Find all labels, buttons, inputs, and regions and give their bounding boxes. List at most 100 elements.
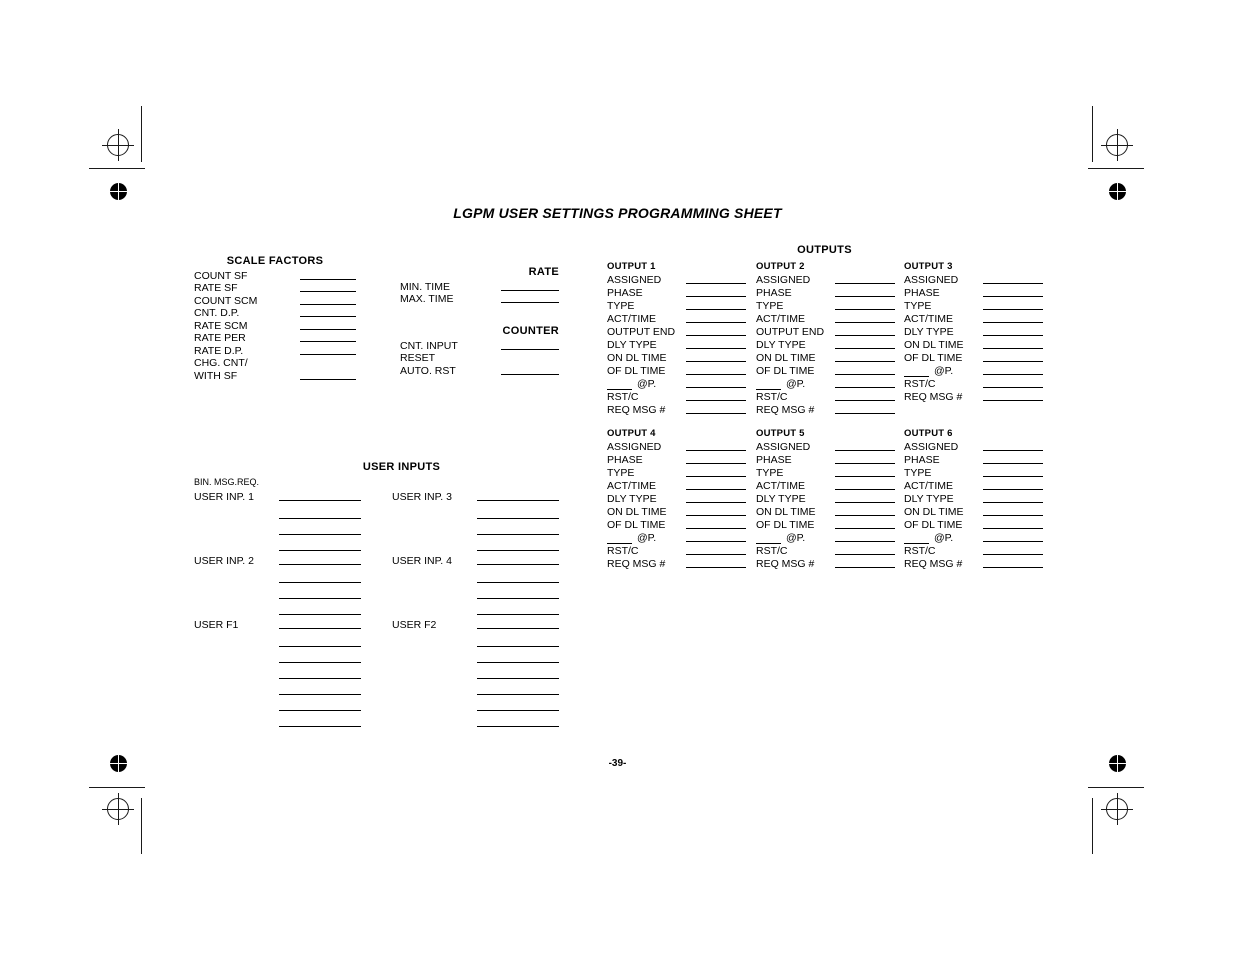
output-at-phase-blank[interactable] bbox=[904, 366, 929, 377]
scale-factor-blank-field[interactable] bbox=[300, 341, 356, 342]
counter-blank-field[interactable] bbox=[501, 373, 559, 375]
output-field-blank[interactable] bbox=[686, 489, 746, 490]
output-field-blank[interactable] bbox=[835, 348, 895, 349]
output-field-blank[interactable] bbox=[686, 554, 746, 555]
output-field-blank[interactable] bbox=[686, 413, 746, 414]
output-field-blank[interactable] bbox=[835, 283, 895, 284]
user-input-blank[interactable] bbox=[477, 663, 559, 679]
user-input-blank[interactable] bbox=[477, 503, 559, 519]
scale-factor-blank-field[interactable] bbox=[300, 303, 356, 305]
output-field-blank[interactable] bbox=[686, 309, 746, 310]
output-field-blank[interactable] bbox=[983, 361, 1043, 362]
output-field-blank[interactable] bbox=[686, 541, 746, 542]
output-field-blank[interactable] bbox=[983, 348, 1043, 349]
user-input-blank[interactable] bbox=[279, 583, 361, 599]
output-field-blank[interactable] bbox=[686, 322, 746, 323]
output-field-blank[interactable] bbox=[686, 515, 746, 516]
user-input-blank[interactable] bbox=[477, 519, 559, 535]
user-input-blank[interactable] bbox=[279, 631, 361, 647]
output-field-blank[interactable] bbox=[983, 450, 1043, 451]
output-at-phase-blank[interactable] bbox=[607, 533, 632, 544]
output-field-blank[interactable] bbox=[835, 335, 895, 336]
output-field-blank[interactable] bbox=[686, 296, 746, 297]
user-input-blank[interactable] bbox=[279, 535, 361, 551]
output-field-blank[interactable] bbox=[686, 361, 746, 362]
user-input-blank[interactable] bbox=[279, 567, 361, 583]
user-input-blank[interactable] bbox=[279, 647, 361, 663]
user-input-blank[interactable] bbox=[279, 503, 361, 519]
output-field-blank[interactable] bbox=[835, 489, 895, 490]
output-field-blank[interactable] bbox=[983, 476, 1043, 477]
output-field-blank[interactable] bbox=[835, 554, 895, 555]
counter-blank-field[interactable] bbox=[501, 348, 559, 350]
output-field-blank[interactable] bbox=[983, 283, 1043, 284]
output-field-blank[interactable] bbox=[686, 528, 746, 529]
output-field-blank[interactable] bbox=[686, 348, 746, 349]
output-field-blank[interactable] bbox=[686, 283, 746, 284]
output-field-blank[interactable] bbox=[983, 463, 1043, 464]
user-input-blank[interactable] bbox=[279, 695, 361, 711]
user-input-blank[interactable] bbox=[477, 628, 559, 629]
output-field-blank[interactable] bbox=[983, 489, 1043, 490]
user-input-blank[interactable] bbox=[477, 583, 559, 599]
output-field-blank[interactable] bbox=[835, 361, 895, 362]
output-field-blank[interactable] bbox=[835, 322, 895, 323]
output-field-blank[interactable] bbox=[835, 502, 895, 503]
output-field-blank[interactable] bbox=[686, 463, 746, 464]
output-field-blank[interactable] bbox=[835, 413, 895, 414]
user-input-blank[interactable] bbox=[477, 711, 559, 727]
output-field-blank[interactable] bbox=[983, 374, 1043, 375]
user-input-blank[interactable] bbox=[477, 599, 559, 615]
output-field-blank[interactable] bbox=[835, 463, 895, 464]
output-field-blank[interactable] bbox=[835, 450, 895, 451]
output-field-blank[interactable] bbox=[983, 567, 1043, 568]
output-field-blank[interactable] bbox=[983, 515, 1043, 516]
user-input-blank[interactable] bbox=[477, 679, 559, 695]
output-field-blank[interactable] bbox=[983, 541, 1043, 542]
output-field-blank[interactable] bbox=[835, 296, 895, 297]
rate-blank-field[interactable] bbox=[501, 289, 559, 291]
output-field-blank[interactable] bbox=[983, 502, 1043, 503]
user-input-blank[interactable] bbox=[477, 500, 559, 501]
output-at-phase-blank[interactable] bbox=[904, 533, 929, 544]
scale-factor-blank-field[interactable] bbox=[300, 328, 356, 330]
output-field-blank[interactable] bbox=[835, 515, 895, 516]
output-field-blank[interactable] bbox=[835, 387, 895, 388]
rate-blank-field[interactable] bbox=[501, 302, 559, 303]
scale-factor-blank-field[interactable] bbox=[300, 378, 356, 380]
user-input-blank[interactable] bbox=[477, 567, 559, 583]
output-field-blank[interactable] bbox=[983, 309, 1043, 310]
output-field-blank[interactable] bbox=[983, 400, 1043, 401]
output-field-blank[interactable] bbox=[983, 322, 1043, 323]
output-field-blank[interactable] bbox=[835, 400, 895, 401]
user-input-blank[interactable] bbox=[279, 711, 361, 727]
user-input-blank[interactable] bbox=[279, 679, 361, 695]
scale-factor-blank-field[interactable] bbox=[300, 353, 356, 355]
user-input-blank[interactable] bbox=[477, 564, 559, 565]
output-field-blank[interactable] bbox=[983, 335, 1043, 336]
output-field-blank[interactable] bbox=[835, 528, 895, 529]
output-field-blank[interactable] bbox=[686, 450, 746, 451]
user-input-blank[interactable] bbox=[279, 599, 361, 615]
output-field-blank[interactable] bbox=[835, 476, 895, 477]
user-input-blank[interactable] bbox=[477, 535, 559, 551]
user-input-blank[interactable] bbox=[279, 628, 361, 629]
output-field-blank[interactable] bbox=[983, 296, 1043, 297]
output-at-phase-blank[interactable] bbox=[607, 379, 632, 390]
output-field-blank[interactable] bbox=[686, 374, 746, 375]
output-field-blank[interactable] bbox=[686, 335, 746, 336]
output-field-blank[interactable] bbox=[835, 567, 895, 568]
output-at-phase-blank[interactable] bbox=[756, 533, 781, 544]
output-field-blank[interactable] bbox=[983, 528, 1043, 529]
output-field-blank[interactable] bbox=[686, 400, 746, 401]
scale-factor-blank-field[interactable] bbox=[300, 291, 356, 292]
output-field-blank[interactable] bbox=[835, 309, 895, 310]
output-at-phase-blank[interactable] bbox=[756, 379, 781, 390]
scale-factor-blank-field[interactable] bbox=[300, 316, 356, 317]
user-input-blank[interactable] bbox=[477, 631, 559, 647]
output-field-blank[interactable] bbox=[686, 567, 746, 568]
user-input-blank[interactable] bbox=[477, 695, 559, 711]
output-field-blank[interactable] bbox=[686, 502, 746, 503]
user-input-blank[interactable] bbox=[279, 519, 361, 535]
output-field-blank[interactable] bbox=[835, 374, 895, 375]
